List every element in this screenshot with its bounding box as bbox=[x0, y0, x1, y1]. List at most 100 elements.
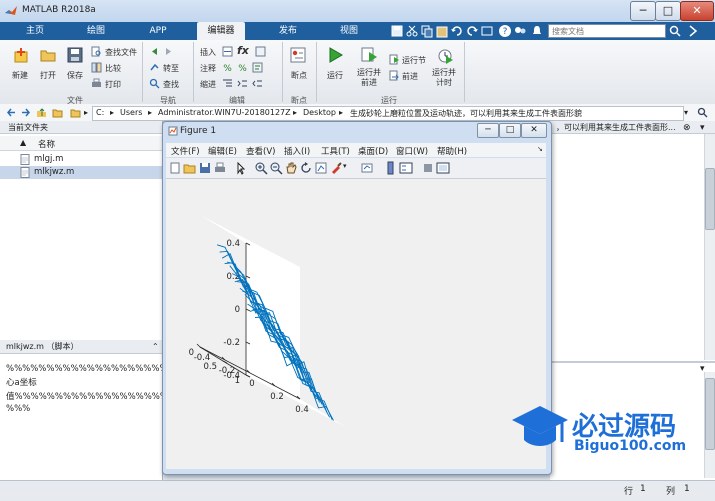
minimize-button[interactable]: ─ bbox=[630, 1, 656, 21]
figure-menu-desktop[interactable]: 桌面(D) bbox=[358, 145, 388, 157]
plot-3d[interactable]: 0.40.20-0.2-0.410.50 -0.4-0.200.20.4 bbox=[166, 179, 546, 469]
breadcrumb-drive[interactable]: C: bbox=[96, 108, 104, 117]
colorbar-icon[interactable] bbox=[384, 161, 398, 175]
editor-vertical-scrollbar[interactable] bbox=[704, 134, 715, 360]
tab-apps[interactable]: APP bbox=[137, 22, 179, 40]
show-plot-tools-icon[interactable] bbox=[436, 161, 450, 175]
search-folder-icon[interactable] bbox=[697, 107, 708, 118]
save-icon[interactable] bbox=[66, 46, 84, 64]
browse-folder-icon[interactable] bbox=[52, 107, 63, 118]
insert-button[interactable]: 插入 bbox=[200, 47, 216, 58]
advance-icon[interactable] bbox=[389, 70, 400, 81]
back-nav-icon[interactable] bbox=[149, 46, 160, 57]
tab-view[interactable]: 视图 bbox=[328, 22, 370, 40]
address-dropdown-chevron-icon[interactable]: ▾ bbox=[684, 108, 688, 117]
new-figure-icon[interactable] bbox=[168, 161, 182, 175]
login-icon[interactable] bbox=[684, 24, 698, 38]
pan-hand-icon[interactable] bbox=[284, 161, 298, 175]
new-button[interactable]: 新建 bbox=[12, 70, 28, 81]
increase-indent-icon[interactable] bbox=[237, 78, 248, 89]
insert-template-icon[interactable] bbox=[255, 46, 266, 57]
zoom-out-icon[interactable] bbox=[269, 161, 283, 175]
file-list-item[interactable]: mlgj.m bbox=[0, 153, 162, 166]
search-icon[interactable] bbox=[668, 24, 682, 38]
breakpoints-icon[interactable] bbox=[289, 46, 307, 64]
redo-icon[interactable] bbox=[465, 24, 479, 38]
run-advance-icon[interactable] bbox=[360, 46, 378, 64]
file-list-item-selected[interactable]: mlkjwz.m bbox=[0, 166, 162, 179]
print-figure-icon[interactable] bbox=[213, 161, 227, 175]
editor-scrollbar-thumb[interactable] bbox=[705, 168, 715, 230]
find-button[interactable]: 查找 bbox=[163, 79, 179, 90]
breakpoints-button[interactable]: 断点 bbox=[291, 70, 307, 81]
breadcrumb-user-folder[interactable]: Administrator.WIN7U-20180127Z bbox=[158, 108, 291, 117]
figure-menu-help[interactable]: 帮助(H) bbox=[437, 145, 467, 157]
search-documentation-input[interactable]: 搜索文档 bbox=[548, 24, 666, 38]
legend-icon[interactable] bbox=[399, 161, 413, 175]
goto-icon[interactable] bbox=[149, 62, 160, 73]
indent-button[interactable]: 缩进 bbox=[200, 79, 216, 90]
forward-nav-icon[interactable] bbox=[163, 46, 174, 57]
breadcrumb-desktop[interactable]: Desktop bbox=[303, 108, 336, 117]
save-button[interactable]: 保存 bbox=[67, 70, 83, 81]
notification-icon[interactable] bbox=[530, 24, 544, 38]
run-and-advance-button[interactable]: 运行并 前进 bbox=[357, 68, 381, 88]
uncomment-icon[interactable]: % bbox=[237, 62, 248, 73]
editor-menu-icon[interactable]: ▾ bbox=[700, 123, 705, 133]
data-cursor-icon[interactable] bbox=[314, 161, 328, 175]
community-icon[interactable] bbox=[513, 24, 527, 38]
figure-menu-dock-icon[interactable]: ↘ bbox=[537, 145, 543, 153]
pointer-icon[interactable] bbox=[234, 161, 248, 175]
breadcrumb-project-folder[interactable]: 生成砂轮上磨粒位置及运动轨迹，可以利用其来生成工件表面形貌 bbox=[350, 108, 582, 119]
tab-home[interactable]: 主页 bbox=[14, 22, 56, 40]
link-plot-icon[interactable] bbox=[360, 161, 374, 175]
compare-button[interactable]: 比较 bbox=[105, 63, 121, 74]
hide-plot-tools-icon[interactable] bbox=[421, 161, 435, 175]
paste-icon[interactable] bbox=[435, 24, 449, 38]
zoom-in-icon[interactable] bbox=[254, 161, 268, 175]
decrease-indent-icon[interactable] bbox=[252, 78, 263, 89]
tab-publish[interactable]: 发布 bbox=[267, 22, 309, 40]
run-icon[interactable] bbox=[326, 46, 344, 64]
brush-icon[interactable] bbox=[329, 161, 343, 175]
find-files-button[interactable]: 查找文件 bbox=[105, 47, 137, 58]
figure-menu-view[interactable]: 查看(V) bbox=[246, 145, 275, 157]
close-button[interactable]: ✕ bbox=[680, 1, 714, 21]
comment-button[interactable]: 注释 bbox=[200, 63, 216, 74]
brush-dropdown-chevron-icon[interactable]: ▾ bbox=[343, 162, 347, 170]
switch-windows-icon[interactable] bbox=[480, 24, 494, 38]
figure-minimize-button[interactable]: ─ bbox=[477, 123, 499, 138]
back-icon[interactable] bbox=[6, 107, 17, 118]
figure-maximize-button[interactable]: □ bbox=[499, 123, 521, 138]
help-icon[interactable]: ? bbox=[498, 24, 512, 38]
goto-button[interactable]: 转至 bbox=[163, 63, 179, 74]
undo-icon[interactable] bbox=[450, 24, 464, 38]
figure-menu-edit[interactable]: 编辑(E) bbox=[208, 145, 237, 157]
cut-icon[interactable] bbox=[405, 24, 419, 38]
smart-indent-icon[interactable] bbox=[222, 78, 233, 89]
comment-percent-icon[interactable]: % bbox=[222, 62, 233, 73]
up-folder-icon[interactable] bbox=[36, 107, 47, 118]
save-figure-icon[interactable] bbox=[198, 161, 212, 175]
figure-menu-tools[interactable]: 工具(T) bbox=[321, 145, 350, 157]
print-button[interactable]: 打印 bbox=[105, 79, 121, 90]
new-icon[interactable] bbox=[12, 46, 30, 64]
find-files-icon[interactable] bbox=[91, 46, 102, 57]
print-icon[interactable] bbox=[91, 78, 102, 89]
details-collapse-chevron-icon[interactable]: ⌃ bbox=[152, 342, 159, 351]
sort-ascending-icon[interactable]: ▲ bbox=[20, 138, 26, 147]
editor-close-icon[interactable]: ⊗ bbox=[683, 123, 691, 133]
open-folder-icon[interactable] bbox=[39, 46, 57, 64]
column-name-header[interactable]: 名称 bbox=[38, 138, 55, 150]
maximize-button[interactable]: □ bbox=[655, 1, 681, 21]
wrap-comments-icon[interactable] bbox=[252, 62, 263, 73]
tab-editor[interactable]: 编辑器 bbox=[197, 22, 245, 40]
insert-function-button[interactable]: fx bbox=[237, 44, 249, 57]
insert-section-icon[interactable] bbox=[222, 46, 233, 57]
open-button[interactable]: 打开 bbox=[40, 70, 56, 81]
breadcrumb-users[interactable]: Users bbox=[120, 108, 142, 117]
compare-icon[interactable] bbox=[91, 62, 102, 73]
run-and-time-button[interactable]: 运行并 计时 bbox=[432, 68, 456, 88]
figure-close-button[interactable]: ✕ bbox=[521, 123, 547, 138]
advance-button[interactable]: 前进 bbox=[402, 71, 418, 82]
